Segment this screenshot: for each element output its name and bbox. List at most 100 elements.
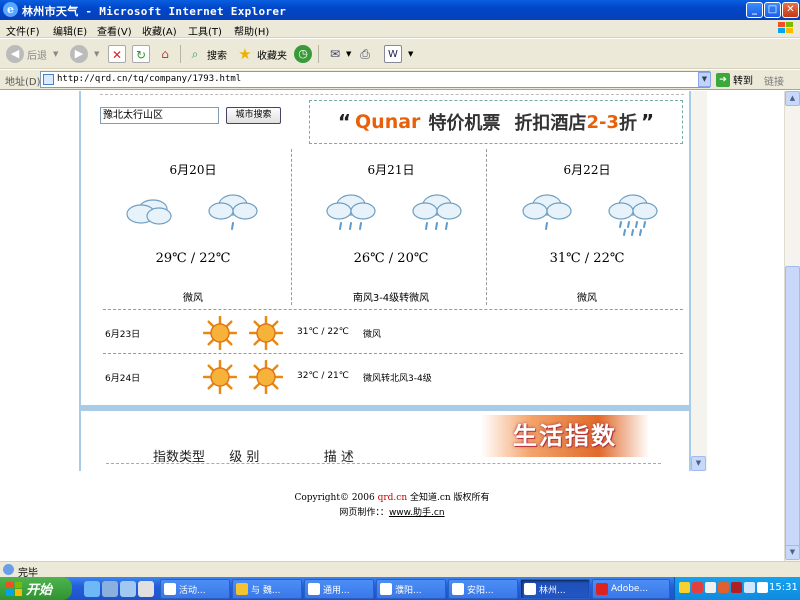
ad-text3: 折 [618, 113, 637, 134]
city-search-input[interactable]: 豫北太行山区 [100, 107, 219, 124]
home-button[interactable]: ⌂ [156, 43, 174, 65]
made-by: 网页制作：：www.助手.cn [339, 508, 445, 518]
taskbar-item[interactable]: 安阳... [448, 579, 518, 599]
ie-quicklaunch-icon[interactable] [84, 581, 100, 597]
scroll-down-icon[interactable]: ▼ [785, 545, 800, 560]
forecast-temp: 26℃ / 20℃ [353, 251, 429, 266]
menu-tools[interactable]: 工具(T) [188, 23, 222, 38]
tray-icon[interactable] [692, 582, 703, 593]
menu-bar: 文件(F) 编辑(E) 查看(V) 收藏(A) 工具(T) 帮助(H) [0, 20, 800, 38]
address-url: http://qrd.cn/tq/company/1793.html [57, 74, 242, 84]
media-quicklaunch-icon[interactable] [120, 581, 136, 597]
light-rain-icon [208, 194, 258, 230]
made-by-link[interactable]: www.助手.cn [389, 508, 445, 518]
ad-text1: 特价机票 [428, 113, 501, 134]
ie-task-icon [308, 583, 320, 595]
menu-edit[interactable]: 编辑(E) [53, 23, 87, 38]
taskbar-item[interactable]: Adobe... [592, 579, 670, 599]
vertical-scrollbar[interactable]: ▲ ▼ [784, 91, 800, 561]
forward-arrow-icon: ▶ [70, 45, 88, 63]
taskbar-item-active[interactable]: 林州... [520, 579, 590, 599]
forward-dropdown-icon[interactable]: ▼ [94, 50, 99, 58]
title-bar: e 林州市天气 - Microsoft Internet Explorer _ … [0, 0, 800, 20]
explorer-quicklaunch-icon[interactable] [138, 581, 154, 597]
forecast-wind: 南风3-4级转微风 [352, 293, 430, 304]
minimize-button[interactable]: _ [746, 2, 763, 18]
refresh-icon: ↻ [132, 45, 150, 63]
back-button[interactable]: ◀ 后退 ▼ [6, 43, 58, 65]
go-arrow-icon: ➔ [716, 72, 730, 87]
taskbar-item[interactable]: 活动... [160, 579, 230, 599]
forecast-day-3: 6月22日 31℃ / 22℃ 微风 [489, 147, 685, 305]
windows-logo-icon [776, 21, 796, 37]
menu-file[interactable]: 文件(F) [6, 23, 40, 38]
extended-temp: 31℃ / 22℃ [297, 327, 349, 337]
forecast-temp: 29℃ / 22℃ [155, 251, 231, 266]
forecast-date: 6月20日 [169, 163, 217, 177]
city-search-button[interactable]: 城市搜索 [226, 107, 281, 124]
maximize-button[interactable]: □ [764, 2, 781, 18]
favorites-button[interactable]: ★ 收藏夹 [236, 43, 287, 65]
desktop-quicklaunch-icon[interactable] [102, 581, 118, 597]
menu-help[interactable]: 帮助(H) [234, 23, 269, 38]
star-icon: ★ [238, 45, 252, 63]
taskbar-item[interactable]: 通用... [304, 579, 374, 599]
back-dropdown-icon[interactable]: ▼ [53, 50, 58, 58]
forecast-day-1: 6月20日 29℃ / 22℃ 微风 [95, 147, 291, 305]
network-tray-icon[interactable] [744, 582, 755, 593]
clock: 15:31 [769, 582, 798, 593]
divider [103, 309, 683, 310]
page-viewport: 豫北太行山区 城市搜索 “ Qunar 特价机票 折扣酒店 2-3 折 ” 6月… [0, 91, 784, 561]
qunar-ad-banner[interactable]: “ Qunar 特价机票 折扣酒店 2-3 折 ” [309, 100, 683, 144]
window-title: 林州市天气 - Microsoft Internet Explorer [22, 5, 287, 18]
forecast-wind: 微风 [577, 293, 597, 304]
search-toolbar-button[interactable]: ⌕ 搜索 [186, 43, 227, 65]
toolbar-separator [318, 45, 319, 63]
taskbar-item[interactable]: 濮阳... [376, 579, 446, 599]
refresh-button[interactable]: ↻ [132, 43, 150, 65]
go-button[interactable]: ➔ 转到 [716, 72, 753, 87]
edit-button[interactable]: W ▼ [384, 43, 413, 65]
taskbar: 开始 活动... 与 魏... 通用... 濮阳... 安阳... 林州... … [0, 577, 800, 600]
volume-tray-icon[interactable] [757, 582, 768, 593]
menu-view[interactable]: 查看(V) [97, 23, 132, 38]
history-button[interactable]: ◷ [294, 43, 312, 65]
taskbar-item[interactable]: 与 魏... [232, 579, 302, 599]
scroll-up-icon[interactable]: ▲ [785, 91, 800, 106]
extended-wind: 微风 [363, 330, 382, 340]
stop-button[interactable]: ✕ [108, 43, 126, 65]
edit-dropdown-icon[interactable]: ▼ [408, 50, 413, 58]
scroll-thumb[interactable] [785, 266, 800, 551]
page-done-icon [3, 564, 14, 575]
forward-button[interactable]: ▶ ▼ [70, 43, 99, 65]
toolbar-separator [180, 45, 181, 63]
frame-scroll-down-icon[interactable]: ▼ [691, 456, 706, 471]
tray-icon[interactable] [731, 582, 742, 593]
print-button[interactable]: ⎙ [356, 43, 374, 65]
extended-row: 6月23日 31℃ / 22℃ 微风 [103, 313, 683, 353]
divider [103, 353, 683, 354]
system-tray: 15:31 [674, 577, 800, 600]
address-dropdown-icon[interactable]: ▼ [698, 72, 711, 87]
address-input[interactable]: http://qrd.cn/tq/company/1793.html [40, 71, 710, 88]
extended-date: 6月24日 [105, 374, 141, 384]
life-index-section: 生活指数 指数类型 级 别 描 述 [79, 411, 691, 471]
start-button[interactable]: 开始 [0, 577, 72, 600]
frame-scrollbar[interactable]: ▼ [691, 91, 707, 471]
windows-flag-icon [6, 581, 22, 596]
links-button[interactable]: 链接 [764, 73, 784, 88]
adobe-task-icon [596, 583, 608, 595]
mail-button[interactable]: ✉ ▼ [326, 43, 351, 65]
stop-icon: ✕ [108, 45, 126, 63]
site-name: qrd.cn [377, 493, 408, 503]
tray-icon[interactable] [718, 582, 729, 593]
mail-dropdown-icon[interactable]: ▼ [346, 50, 351, 58]
tray-icon[interactable] [705, 582, 716, 593]
mail-icon: ✉ [329, 47, 341, 61]
address-label: 地址(D) [5, 77, 41, 88]
page-icon [43, 74, 54, 85]
close-button[interactable]: ✕ [782, 2, 799, 18]
forecast-date: 6月22日 [563, 163, 611, 177]
menu-favorites[interactable]: 收藏(A) [142, 23, 177, 38]
tray-icon[interactable] [679, 582, 690, 593]
